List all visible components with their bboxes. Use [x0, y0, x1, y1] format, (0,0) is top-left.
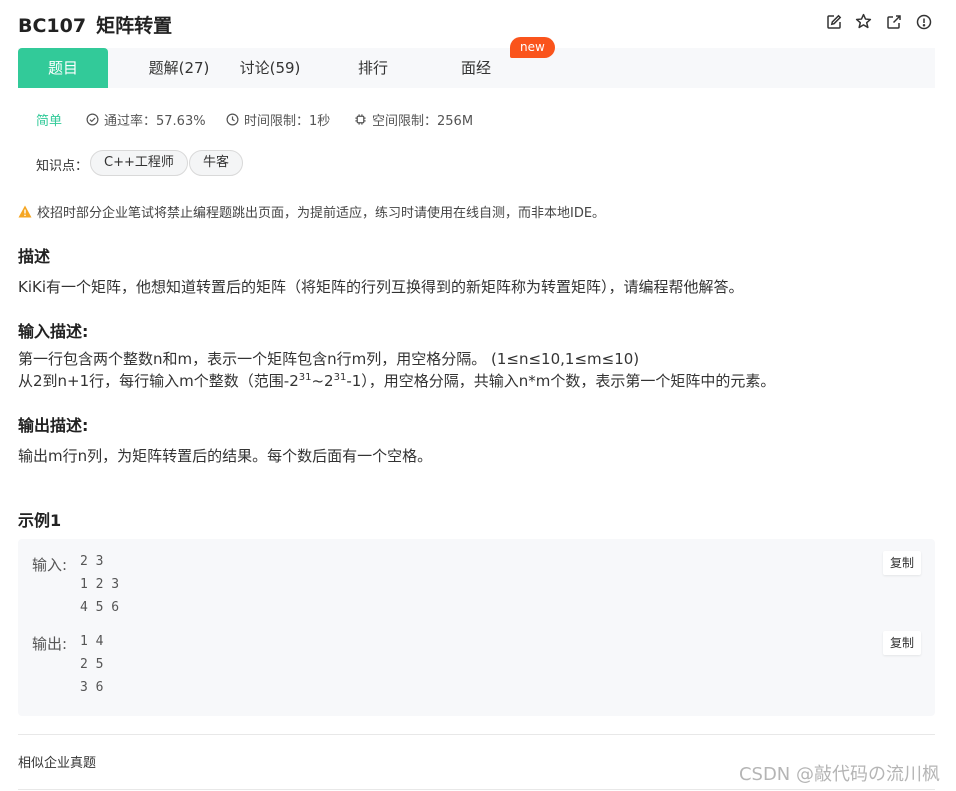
input-desc-sup2: 31 [333, 372, 347, 383]
chip-icon [355, 114, 366, 125]
problem-title: BC107 矩阵转置 [18, 11, 172, 38]
output-desc-heading: 输出描述: [18, 416, 89, 435]
tab-discussion[interactable]: 讨论(59) [225, 48, 315, 88]
example-input-label: 输入: [32, 556, 68, 574]
new-badge: new [510, 37, 555, 58]
tab-problem[interactable]: 题目 [18, 48, 108, 88]
divider-bottom [18, 789, 935, 790]
similar-questions-link[interactable]: 相似企业真题 [18, 752, 96, 771]
pass-rate: 通过率：57.63% [86, 110, 206, 129]
divider-top [18, 734, 935, 735]
check-circle-icon [86, 113, 99, 126]
watermark: CSDN @敲代码の流川枫 [738, 764, 940, 785]
input-desc-line2-b: ~2 [311, 372, 334, 390]
tab-ranking[interactable]: 排行 [328, 48, 418, 88]
example-output-value[interactable]: 1 4 2 5 3 6 [80, 630, 103, 699]
warning-icon [18, 205, 32, 218]
knowledge-label: 知识点： [36, 159, 89, 174]
clock-icon [226, 113, 239, 126]
external-link-icon[interactable] [885, 13, 902, 30]
copy-input-button[interactable]: 复制 [882, 551, 921, 575]
pass-rate-text: 通过率：57.63% [104, 114, 206, 129]
tab-bar: 题目 题解(27) 讨论(59) 排行 面经 [18, 48, 935, 88]
difficulty-label: 简单 [36, 114, 63, 129]
edit-icon[interactable] [825, 13, 842, 30]
input-desc-line2: 从2到n+1行，每行输入m个整数（范围-231~231-1），用空格分隔，共输入… [18, 370, 775, 391]
warning-notice: 校招时部分企业笔试将禁止编程题跳出页面，为提前适应，练习时请使用在线自测，而非本… [18, 202, 605, 221]
star-icon[interactable] [855, 13, 872, 30]
example-input-value[interactable]: 2 3 1 2 3 4 5 6 [80, 550, 119, 619]
input-desc-line2-a: 从2到n+1行，每行输入m个整数（范围-2 [18, 372, 299, 390]
description-heading: 描述 [18, 247, 51, 266]
input-desc-line1: 第一行包含两个整数n和m，表示一个矩阵包含n行m列，用空格分隔。 (1≤n≤10… [18, 350, 640, 368]
memory-limit: 空间限制：256M [354, 110, 473, 129]
tag-nowcoder[interactable]: 牛客 [189, 150, 244, 176]
description-text: KiKi有一个矩阵，他想知道转置后的矩阵（将矩阵的行列互换得到的新矩阵称为转置矩… [18, 278, 744, 296]
memory-limit-text: 空间限制：256M [372, 114, 474, 129]
report-icon[interactable] [915, 13, 932, 30]
tab-solutions[interactable]: 题解(27) [124, 48, 234, 88]
tab-interview[interactable]: 面经 [431, 48, 521, 88]
input-desc-heading: 输入描述: [18, 322, 89, 341]
example-heading: 示例1 [18, 511, 62, 530]
copy-output-button[interactable]: 复制 [882, 631, 921, 655]
input-desc-line2-c: -1），用空格分隔，共输入n*m个数，表示第一个矩阵中的元素。 [346, 372, 776, 390]
header-actions [825, 13, 932, 30]
example-output-label: 输出: [32, 635, 68, 653]
time-limit: 时间限制：1秒 [226, 110, 330, 129]
problem-id: BC107 [18, 15, 87, 37]
tag-cpp-engineer[interactable]: C++工程师 [90, 150, 188, 176]
warning-text: 校招时部分企业笔试将禁止编程题跳出页面，为提前适应，练习时请使用在线自测，而非本… [37, 206, 606, 221]
time-limit-text: 时间限制：1秒 [244, 114, 331, 129]
input-desc-sup1: 31 [298, 372, 312, 383]
output-desc-text: 输出m行n列，为矩阵转置后的结果。每个数后面有一个空格。 [18, 447, 433, 465]
problem-name: 矩阵转置 [96, 15, 173, 37]
example-box: 输入: 2 3 1 2 3 4 5 6 复制 输出: 1 4 2 5 3 6 复… [18, 539, 935, 716]
